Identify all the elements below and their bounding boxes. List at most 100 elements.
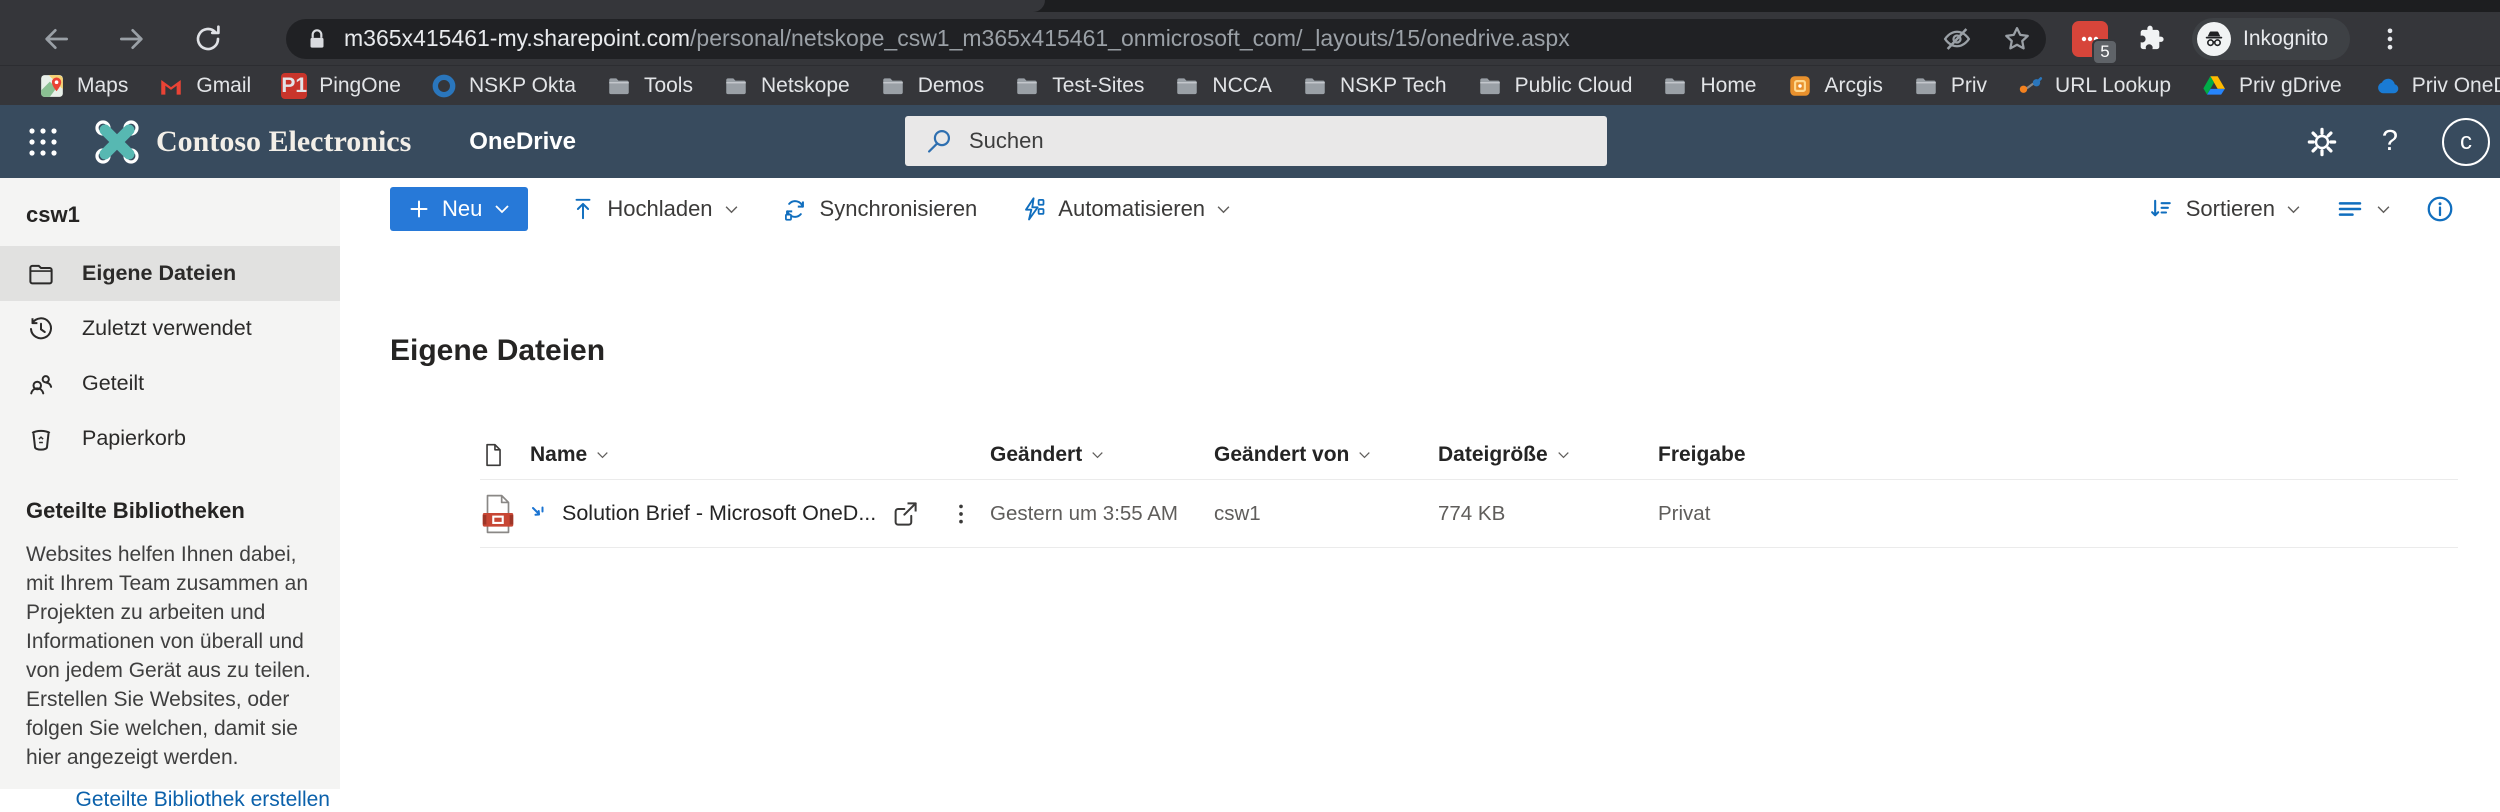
bookmark-gmail[interactable]: Gmail (143, 70, 266, 102)
chevron-down-icon (1358, 451, 1371, 459)
folder-icon (1174, 73, 1200, 99)
chevron-down-icon (1557, 451, 1570, 459)
sidebar-item-recycle-bin[interactable]: Papierkorb (0, 411, 340, 466)
column-header-modified-by[interactable]: Geändert von (1214, 443, 1438, 467)
folder-icon (606, 73, 632, 99)
search-input[interactable] (969, 128, 1593, 154)
file-modified-by: csw1 (1214, 502, 1438, 526)
app-launcher-icon[interactable] (22, 121, 64, 163)
forward-icon[interactable] (116, 23, 148, 55)
app-name[interactable]: OneDrive (469, 128, 576, 156)
bookmark-pingone[interactable]: P1 PingOne (266, 70, 416, 102)
account-avatar[interactable]: c (2442, 118, 2490, 166)
sync-button[interactable]: Synchronisieren (781, 195, 978, 223)
bookmark-home-folder[interactable]: Home (1647, 70, 1771, 102)
shared-libraries-heading: Geteilte Bibliotheken (26, 498, 314, 524)
visibility-off-icon[interactable] (1942, 24, 1972, 54)
sort-button[interactable]: Sortieren (2147, 195, 2301, 223)
okta-icon (431, 73, 457, 99)
file-modified: Gestern um 3:55 AM (990, 502, 1214, 526)
pdf-file-icon (480, 493, 530, 535)
bookmark-netskope-folder[interactable]: Netskope (708, 70, 865, 102)
back-icon[interactable] (40, 23, 72, 55)
page-title: Eigene Dateien (390, 334, 605, 368)
people-icon (26, 369, 56, 399)
browser-tab-strip (0, 0, 2500, 12)
folder-icon (1014, 73, 1040, 99)
more-options-icon[interactable] (950, 501, 972, 527)
upload-icon (570, 196, 596, 222)
bookmark-ncca-folder[interactable]: NCCA (1159, 70, 1287, 102)
bookmark-url-lookup[interactable]: URL Lookup (2002, 70, 2186, 102)
chevron-down-icon (724, 205, 739, 214)
bookmark-priv-onedrive[interactable]: Priv OneDrive (2357, 70, 2500, 102)
details-info-icon[interactable] (2425, 194, 2455, 224)
folder-icon (723, 73, 749, 99)
command-bar: Neu Hochladen Synchronisieren Automatisi… (340, 178, 2500, 240)
plus-icon (408, 198, 430, 220)
bookmark-maps[interactable]: Maps (24, 70, 143, 102)
incognito-badge: Inkognito (2192, 18, 2350, 60)
folder-icon (1662, 73, 1688, 99)
bookmark-public-cloud-folder[interactable]: Public Cloud (1462, 70, 1648, 102)
reload-icon[interactable] (192, 23, 224, 55)
suite-header: Contoso Electronics OneDrive ? c (0, 105, 2500, 178)
bookmark-star-icon[interactable] (2002, 24, 2032, 54)
chevron-down-icon (2286, 205, 2301, 214)
main-content: Neu Hochladen Synchronisieren Automatisi… (340, 178, 2500, 789)
automate-button[interactable]: Automatisieren (1019, 195, 1231, 223)
sidebar-item-shared[interactable]: Geteilt (0, 356, 340, 411)
history-icon (26, 314, 56, 344)
help-icon[interactable]: ? (2382, 125, 2398, 158)
sidebar-item-recent[interactable]: Zuletzt verwendet (0, 301, 340, 356)
search-icon (925, 127, 953, 155)
upload-button[interactable]: Hochladen (570, 196, 738, 222)
sidebar-item-my-files[interactable]: Eigene Dateien (0, 246, 340, 301)
bookmark-arcgis[interactable]: Arcgis (1772, 70, 1898, 102)
file-row[interactable]: Solution Brief - Microsoft OneD... Geste… (480, 480, 2458, 548)
bookmark-nskp-tech-folder[interactable]: NSKP Tech (1287, 70, 1462, 102)
lock-icon (304, 26, 330, 52)
active-tab-remnant[interactable] (0, 0, 1045, 12)
bookmark-test-sites-folder[interactable]: Test-Sites (999, 70, 1159, 102)
bookmark-nskp-okta[interactable]: NSKP Okta (416, 70, 591, 102)
bookmark-demos-folder[interactable]: Demos (865, 70, 1000, 102)
column-header-modified[interactable]: Geändert (990, 443, 1214, 467)
incognito-label: Inkognito (2243, 27, 2328, 51)
column-header-name[interactable]: Name (530, 443, 990, 467)
file-sharing-status: Privat (1658, 502, 2458, 526)
folder-icon (880, 73, 906, 99)
incognito-icon (2197, 22, 2231, 56)
chevron-down-icon (494, 204, 510, 214)
column-header-sharing[interactable]: Freigabe (1658, 443, 2458, 467)
chevron-down-icon (1091, 451, 1104, 459)
bookmark-priv-gdrive[interactable]: Priv gDrive (2186, 70, 2357, 102)
sync-icon (781, 195, 809, 223)
org-logo[interactable]: Contoso Electronics (94, 119, 411, 165)
chevron-down-icon (1216, 205, 1231, 214)
folder-icon (1913, 73, 1939, 99)
file-name[interactable]: Solution Brief - Microsoft OneD... (562, 501, 876, 526)
bookmark-priv-folder[interactable]: Priv (1898, 70, 2002, 102)
extensions-puzzle-icon[interactable] (2134, 23, 2166, 55)
search-box[interactable] (905, 116, 1607, 166)
url-text: m365x415461-my.sharepoint.com/personal/n… (344, 25, 1570, 52)
org-name: Contoso Electronics (156, 125, 411, 159)
browser-menu-icon[interactable] (2376, 25, 2404, 53)
document-type-column-icon[interactable] (480, 442, 530, 468)
automate-flow-icon (1019, 195, 1047, 223)
share-icon[interactable] (890, 499, 920, 529)
url-bar[interactable]: m365x415461-my.sharepoint.com/personal/n… (286, 19, 2046, 59)
sort-icon (2147, 195, 2175, 223)
settings-gear-icon[interactable] (2306, 126, 2338, 158)
file-list: Name Geändert Geändert von Dateigröße Fr… (480, 430, 2458, 548)
arcgis-icon (1787, 73, 1813, 99)
file-size: 774 KB (1438, 502, 1658, 526)
new-button[interactable]: Neu (390, 187, 528, 231)
view-options-button[interactable] (2335, 194, 2391, 224)
password-manager-extension-icon[interactable]: 5 (2072, 21, 2108, 57)
column-header-file-size[interactable]: Dateigröße (1438, 443, 1658, 467)
url-path: /personal/netskope_csw1_m365x415461_onmi… (690, 25, 1570, 51)
create-shared-library-link[interactable]: Geteilte Bibliothek erstellen (26, 788, 330, 812)
bookmark-tools-folder[interactable]: Tools (591, 70, 708, 102)
